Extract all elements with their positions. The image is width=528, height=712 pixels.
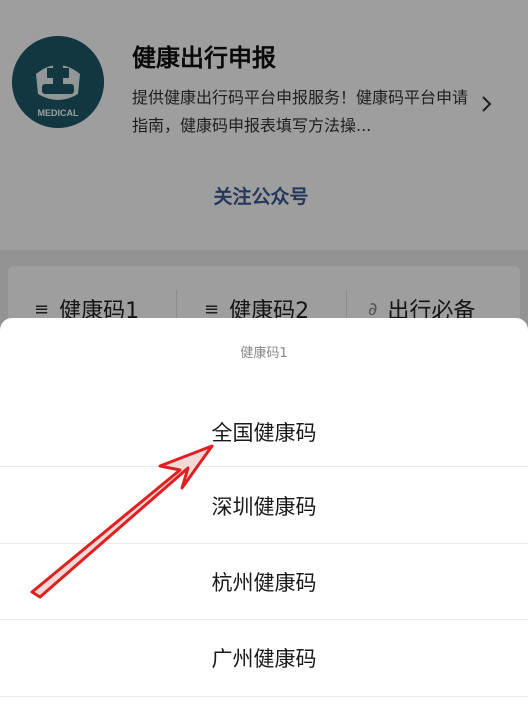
sheet-option-shenzhen-health-code[interactable]: 深圳健康码 [0,468,528,544]
divider [0,466,528,467]
sheet-option-national-health-code[interactable]: 全国健康码 [0,394,528,470]
sheet-option-hangzhou-health-code[interactable]: 杭州健康码 [0,544,528,620]
sheet-option-guangzhou-health-code[interactable]: 广州健康码 [0,620,528,696]
divider [0,696,528,697]
action-sheet-title: 健康码1 [240,346,288,361]
action-sheet: 健康码1 全国健康码 深圳健康码 杭州健康码 广州健康码 [0,318,528,712]
